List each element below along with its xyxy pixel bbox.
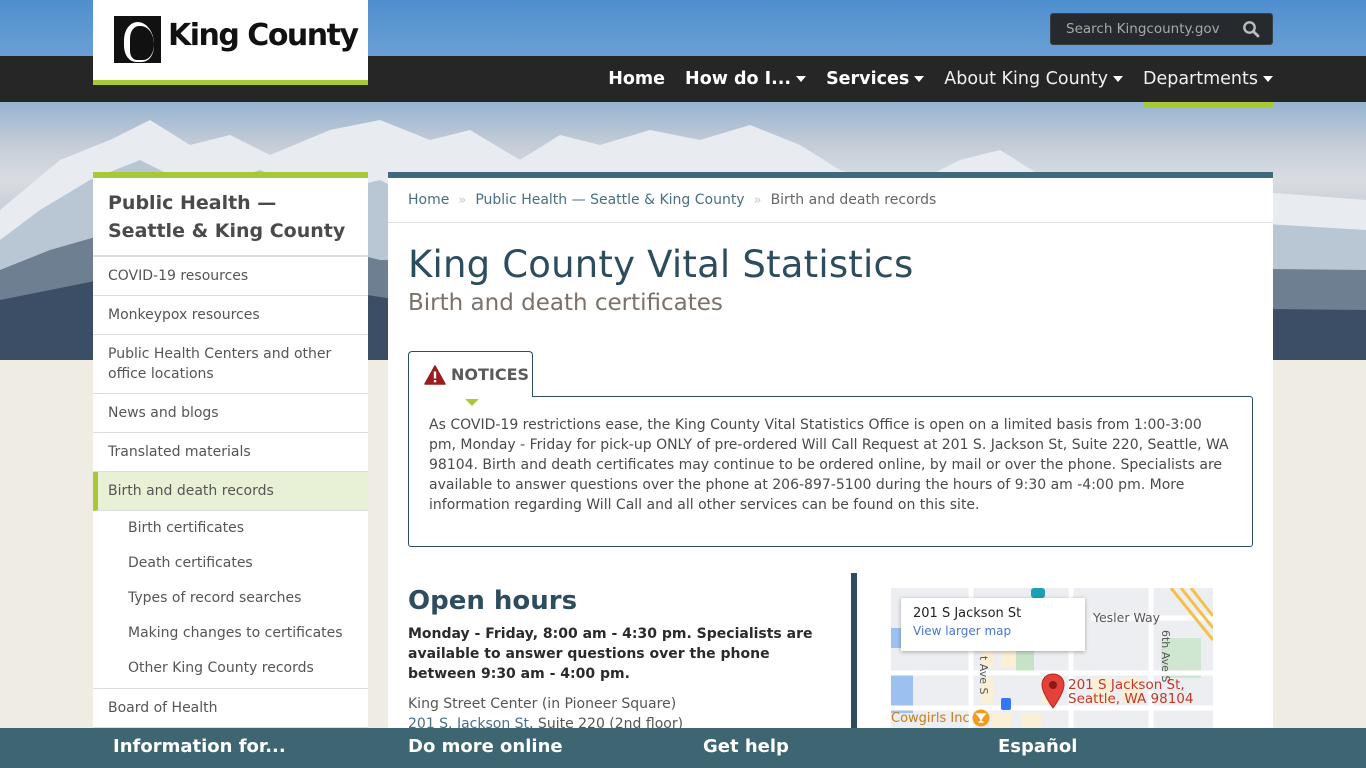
sidebar-title[interactable]: Public Health — Seattle & King County [93, 178, 368, 257]
footer-espanol[interactable]: Español [998, 736, 1077, 757]
caret-down-icon [1263, 76, 1273, 82]
breadcrumb-current: Birth and death records [770, 192, 937, 208]
street-label-6th-ave: 6th Ave S [1159, 630, 1172, 683]
map-pin-icon[interactable] [1041, 673, 1065, 709]
page-title: King County Vital Statistics [408, 243, 914, 286]
sidebar-item-birth-death-records[interactable]: Birth and death records [93, 472, 368, 511]
sidebar-item-health-centers[interactable]: Public Health Centers and other office l… [93, 335, 368, 394]
pin-label-line2: Seattle, WA 98104 [1068, 691, 1194, 707]
sidebar-subitem-making-changes[interactable]: Making changes to certificates [93, 616, 368, 651]
location-name: King Street Center (in Pioneer Square) [408, 696, 677, 712]
king-county-logo[interactable]: King County [93, 0, 368, 85]
logo-text: King County [168, 18, 359, 53]
footer-information-for[interactable]: Information for... [113, 736, 286, 757]
caret-down-icon [1112, 76, 1123, 82]
notices-panel: As COVID-19 restrictions ease, the King … [408, 396, 1253, 547]
tab-notices[interactable]: NOTICES [408, 351, 533, 406]
warning-icon [424, 364, 446, 385]
tab-notices-label: NOTICES [451, 365, 530, 384]
map-card-title: 201 S Jackson St [913, 606, 1022, 621]
breadcrumb-home[interactable]: Home [408, 192, 449, 208]
open-hours-heading: Open hours [408, 586, 578, 616]
nav-how-do-i-label: How do I... [685, 69, 792, 89]
map-pin-label: 201 S Jackson St, Seattle, WA 98104 [1068, 678, 1193, 706]
search-icon[interactable] [1242, 20, 1260, 38]
notice-text: As COVID-19 restrictions ease, the King … [429, 417, 1229, 513]
nav-departments-label: Departments [1142, 69, 1258, 89]
open-hours-section: Open hours Monday - Friday, 8:00 am - 4:… [408, 586, 828, 732]
chevron-right-icon: » [458, 192, 467, 208]
nav-services-label: Services [826, 69, 910, 89]
sidebar-item-translated[interactable]: Translated materials [93, 433, 368, 472]
nav-about-king-county[interactable]: About King County [944, 56, 1123, 102]
page-subtitle: Birth and death certificates [408, 290, 723, 316]
nav-home[interactable]: Home [608, 56, 665, 102]
mlk-logo-icon [114, 16, 161, 63]
sidebar-item-board-of-health[interactable]: Board of Health [93, 689, 368, 728]
sidebar-item-news[interactable]: News and blogs [93, 394, 368, 433]
breadcrumb: Home » Public Health — Seattle & King Co… [388, 178, 1273, 223]
poi-label: Cowgirls Inc [891, 711, 970, 726]
open-hours-text: Monday - Friday, 8:00 am - 4:30 pm. Spec… [408, 626, 813, 682]
sidebar-item-monkeypox[interactable]: Monkeypox resources [93, 296, 368, 335]
sidebar-subitem-death-certificates[interactable]: Death certificates [93, 546, 368, 581]
street-label-ave-s: t Ave S [977, 656, 990, 695]
section-divider [851, 573, 857, 732]
active-tab-indicator [465, 399, 479, 406]
search-input[interactable] [1051, 14, 1241, 44]
nav-services[interactable]: Services [826, 56, 925, 102]
caret-down-icon [796, 76, 807, 82]
google-map[interactable]: Yesler Way 6th Ave S t Ave S 201 S Jacks… [891, 588, 1213, 732]
street-label-yesler: Yesler Way [1093, 610, 1161, 625]
nav-how-do-i[interactable]: How do I... [685, 56, 807, 102]
footer-bar: Information for... Do more online Get he… [0, 728, 1366, 768]
main-content: Home » Public Health — Seattle & King Co… [388, 172, 1273, 732]
footer-get-help[interactable]: Get help [703, 736, 789, 757]
sidebar-subitem-birth-certificates[interactable]: Birth certificates [93, 511, 368, 546]
breadcrumb-public-health[interactable]: Public Health — Seattle & King County [475, 192, 744, 208]
search-box [1050, 13, 1273, 45]
sidebar-subitem-other-records[interactable]: Other King County records [93, 651, 368, 689]
caret-down-icon [914, 76, 925, 82]
sidebar-item-covid[interactable]: COVID-19 resources [93, 257, 368, 296]
nav-home-label: Home [608, 69, 666, 89]
nav-about-label: About King County [944, 69, 1108, 89]
footer-do-more-online[interactable]: Do more online [408, 736, 563, 757]
section-sidebar: Public Health — Seattle & King County CO… [93, 172, 368, 732]
view-larger-map-link[interactable]: View larger map [913, 624, 1073, 638]
nav-departments[interactable]: Departments [1142, 56, 1274, 108]
bar-poi-icon [972, 709, 990, 727]
map-info-card: 201 S Jackson St View larger map [901, 598, 1085, 651]
chevron-right-icon: » [753, 192, 762, 208]
primary-nav: Home How do I... Services About King Cou… [588, 56, 1274, 108]
sidebar-subitem-record-searches[interactable]: Types of record searches [93, 581, 368, 616]
office-address: King Street Center (in Pioneer Square) 2… [408, 694, 828, 732]
